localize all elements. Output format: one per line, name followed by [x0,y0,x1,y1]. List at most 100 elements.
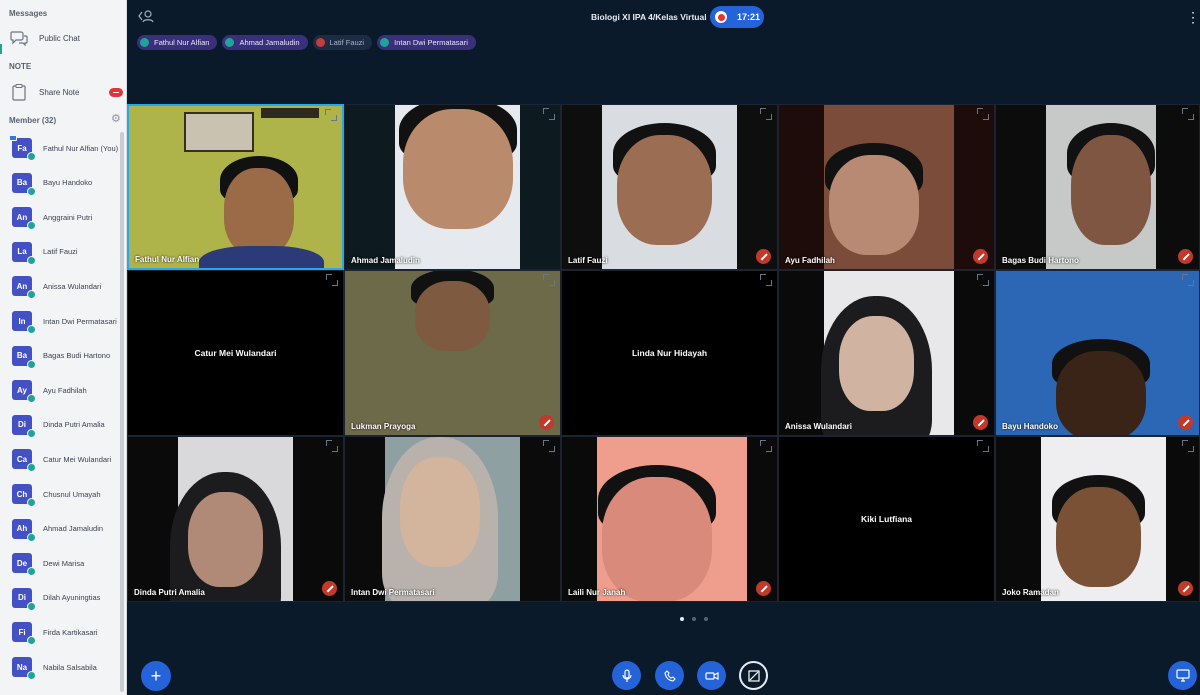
microphone-button[interactable] [612,661,641,690]
video-tile[interactable]: Bagas Budi Hartono [995,104,1200,270]
mic-status-icon [27,221,36,231]
mic-status-icon [27,255,36,265]
presentation-button[interactable] [1168,661,1197,690]
expand-icon[interactable] [325,109,337,121]
member-item[interactable]: Di Dilah Ayuningtias [12,585,100,611]
video-tile[interactable]: Laili Nur Janah [561,436,778,602]
expand-icon[interactable] [1182,274,1194,286]
participant-name: Laili Nur Janah [568,588,626,597]
share-note-item[interactable]: Share Note [10,81,79,103]
video-tile[interactable]: Fathul Nur Alfian [127,104,344,270]
avatar-initials: An [16,281,28,291]
page-dot[interactable] [680,617,684,621]
video-tile[interactable]: Linda Nur Hidayah [561,270,778,436]
participant-name: Catur Mei Wulandari [194,348,277,358]
participant-name: Bagas Budi Hartono [1002,256,1079,265]
expand-icon[interactable] [977,108,989,120]
expand-icon[interactable] [760,274,772,286]
mic-muted-icon [756,581,771,596]
member-item[interactable]: Ca Catur Mei Wulandari [12,446,111,473]
recording-timer[interactable]: 17:21 [710,6,764,28]
mic-status-icon [27,359,36,369]
video-tile[interactable]: Ayu Fadhilah [778,104,995,270]
member-item[interactable]: De Dewi Marisa [12,550,84,577]
member-item[interactable]: Ay Ayu Fadhilah [12,377,87,404]
member-item[interactable]: In Intan Dwi Permatasari [12,308,117,334]
mic-status-icon [140,38,149,47]
member-item[interactable]: Ba Bayu Handoko [12,170,92,196]
participant-face [1071,135,1151,245]
member-item[interactable]: Ch Chusnul Umayah [12,481,101,507]
wall-frame [261,108,319,118]
speaker-chip[interactable]: Fathul Nur Alfian [137,35,218,50]
video-tile[interactable]: Joko Ramadan [995,436,1200,602]
microphone-icon [621,668,632,682]
public-chat-item[interactable]: Public Chat [10,27,80,49]
member-item[interactable]: La Latif Fauzi [12,239,78,265]
camera-button[interactable] [697,661,726,690]
member-item[interactable]: Fa Fathul Nur Alfian (You) [9,135,118,161]
expand-icon[interactable] [977,274,989,286]
screen-share-button[interactable] [739,661,768,690]
member-item[interactable]: Di Dinda Putri Amalia [12,412,105,438]
member-name: Chusnul Umayah [43,489,101,499]
member-item[interactable]: Ba Bagas Budi Hartono [12,343,110,369]
video-tile[interactable]: Intan Dwi Permatasari [344,436,561,602]
avatar-initials: An [16,212,28,222]
expand-icon[interactable] [543,274,555,286]
user-toggle-icon[interactable] [138,9,154,25]
participant-name: Latif Fauzi [568,256,608,265]
video-tile[interactable]: Kiki Lutfiana [778,436,995,602]
page-indicator[interactable] [680,617,708,621]
avatar-initials: La [17,247,27,257]
member-item[interactable]: An Anissa Wulandari [12,273,102,300]
speaker-chip[interactable]: Ahmad Jamaludin [222,35,308,50]
expand-icon[interactable] [1182,108,1194,120]
mic-muted-icon [1178,415,1193,430]
video-tile[interactable]: Catur Mei Wulandari [127,270,344,436]
active-speakers: Fathul Nur Alfian Ahmad Jamaludin Latif Fa… [137,35,476,50]
expand-icon[interactable] [543,440,555,452]
video-tile[interactable]: Lukman Prayoga [344,270,561,436]
member-name: Anissa Wulandari [43,281,102,291]
member-item[interactable]: Fi Firda Kartikasari [12,619,98,646]
mic-status-icon [27,671,36,680]
mic-status-icon [225,38,235,47]
expand-icon[interactable] [543,108,555,120]
video-tile[interactable]: Anissa Wulandari [778,270,995,436]
avatar-initials: Ba [16,178,28,188]
avatar-initials: Ah [16,524,28,534]
speaker-chip[interactable]: Latif Fauzi [312,35,373,50]
expand-icon[interactable] [1182,440,1194,452]
expand-icon[interactable] [326,274,338,286]
gear-icon[interactable]: ⚙ [111,114,121,125]
phone-button[interactable] [655,661,684,690]
member-item[interactable]: Na Nabila Salsabila [12,654,97,680]
speaker-chip[interactable]: Intan Dwi Permatasari [377,35,476,50]
video-tile[interactable]: Bayu Handoko [995,270,1200,436]
avatar-initials: Ca [16,454,28,464]
mic-muted-icon [322,581,337,596]
mic-status-icon [27,601,36,611]
video-tile[interactable]: Ahmad Jamaludin [344,104,561,270]
expand-icon[interactable] [326,440,338,452]
camera-status-icon [9,135,17,141]
expand-icon[interactable] [760,108,772,120]
avatar-initials: Fi [18,627,26,637]
more-options-icon[interactable]: ⋮ [1186,10,1200,24]
room-title: Biologi XI IPA 4/Kelas Virtual [591,12,707,22]
member-item[interactable]: Ah Ahmad Jamaludin [12,516,103,542]
member-item[interactable]: An Anggraini Putri [12,204,92,231]
expand-icon[interactable] [760,440,772,452]
video-tile[interactable]: Dinda Putri Amalia [127,436,344,602]
video-tile[interactable]: Latif Fauzi [561,104,778,270]
page-dot[interactable] [704,617,708,621]
add-button[interactable]: + [141,661,171,691]
expand-icon[interactable] [977,440,989,452]
avatar: Ba [12,345,36,369]
avatar: In [12,311,36,334]
page-dot[interactable] [692,617,696,621]
participant-name: Bayu Handoko [1002,422,1059,431]
member-scrollbar[interactable] [120,132,124,692]
mic-status-icon [27,532,36,542]
